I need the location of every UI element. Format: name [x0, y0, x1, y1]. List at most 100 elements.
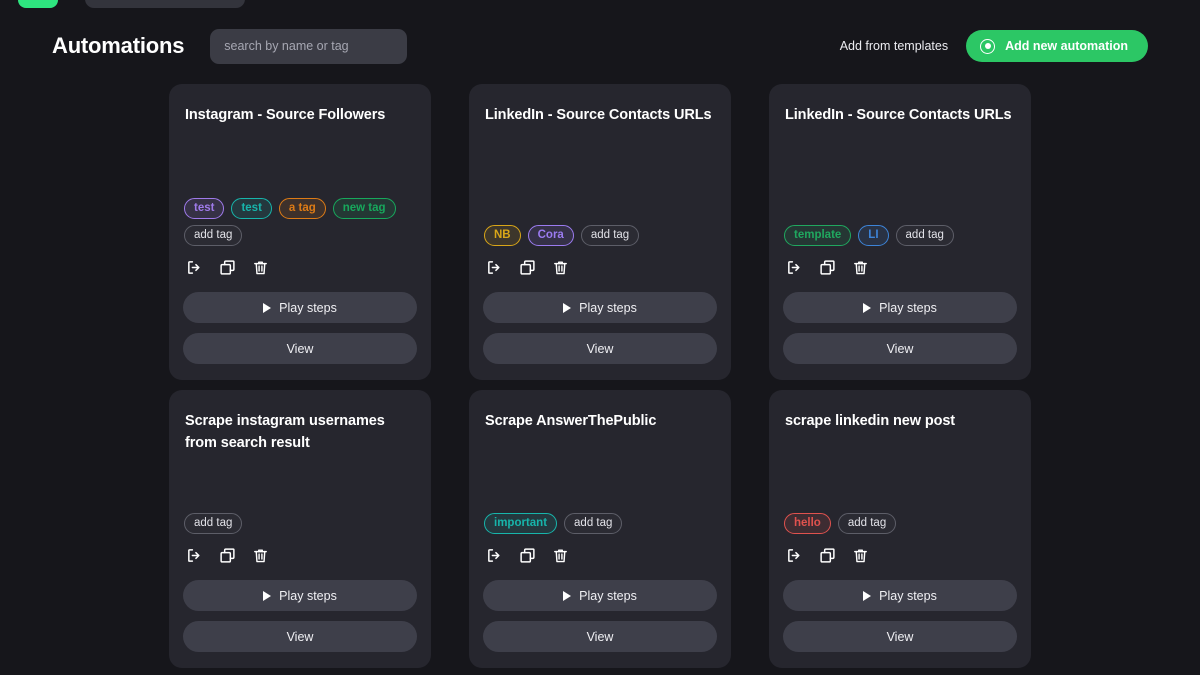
export-icon[interactable]: [186, 259, 203, 276]
play-steps-button[interactable]: Play steps: [783, 580, 1017, 611]
view-label: View: [586, 629, 614, 644]
trash-icon[interactable]: [252, 547, 269, 564]
tag-list: NB Cora add tag: [483, 225, 717, 246]
card-spacer: [483, 432, 717, 513]
add-tag-button[interactable]: add tag: [895, 225, 954, 246]
play-steps-button[interactable]: Play steps: [483, 292, 717, 323]
automations-grid-row-2: Scrape instagram usernames from search r…: [169, 390, 1031, 668]
trash-icon[interactable]: [852, 259, 869, 276]
tag-cora[interactable]: Cora: [527, 225, 574, 246]
tag-hello[interactable]: hello: [784, 513, 831, 534]
play-steps-button[interactable]: Play steps: [183, 580, 417, 611]
play-icon: [863, 590, 872, 601]
view-button[interactable]: View: [183, 333, 417, 364]
export-icon[interactable]: [786, 547, 803, 564]
trash-icon[interactable]: [852, 547, 869, 564]
play-icon: [563, 590, 572, 601]
trash-icon[interactable]: [552, 259, 569, 276]
duplicate-icon[interactable]: [819, 547, 836, 564]
view-label: View: [286, 341, 314, 356]
play-steps-label: Play steps: [879, 588, 937, 603]
tag-important[interactable]: important: [484, 513, 558, 534]
app-nav-chip[interactable]: [85, 0, 245, 8]
page-title: Automations: [52, 33, 185, 58]
automation-card-3[interactable]: LinkedIn - Source Contacts URLs template…: [769, 84, 1031, 380]
tag-li[interactable]: LI: [858, 225, 889, 246]
tag-list: add tag: [183, 513, 417, 534]
tag-template[interactable]: template: [784, 225, 852, 246]
add-new-automation-button[interactable]: Add new automation: [966, 30, 1148, 62]
automation-card-2[interactable]: LinkedIn - Source Contacts URLs NB Cora ad…: [469, 84, 731, 380]
card-action-icons: [783, 547, 1017, 564]
automation-title: LinkedIn - Source Contacts URLs: [785, 107, 1012, 123]
play-steps-label: Play steps: [279, 300, 337, 315]
view-button[interactable]: View: [783, 621, 1017, 652]
view-button[interactable]: View: [483, 333, 717, 364]
tag-list: test test a tag new tag add tag: [183, 198, 417, 246]
view-button[interactable]: View: [183, 621, 417, 652]
automation-title: LinkedIn - Source Contacts URLs: [485, 107, 712, 123]
card-action-icons: [483, 259, 717, 276]
card-spacer: [183, 126, 417, 198]
add-new-automation-label: Add new automation: [1005, 39, 1128, 53]
export-icon[interactable]: [786, 259, 803, 276]
view-button[interactable]: View: [483, 621, 717, 652]
automation-card-4[interactable]: Scrape instagram usernames from search r…: [169, 390, 431, 668]
play-steps-label: Play steps: [279, 588, 337, 603]
automation-title: Scrape instagram usernames from search r…: [185, 413, 385, 451]
add-tag-button[interactable]: add tag: [184, 225, 243, 246]
card-spacer: [483, 126, 717, 225]
tag-list: important add tag: [483, 513, 717, 534]
play-icon: [863, 302, 872, 313]
tag-list: hello add tag: [783, 513, 1017, 534]
play-steps-button[interactable]: Play steps: [183, 292, 417, 323]
duplicate-icon[interactable]: [219, 547, 236, 564]
automation-card-5[interactable]: Scrape AnswerThePublic important add tag: [469, 390, 731, 668]
tag-test[interactable]: test: [231, 198, 272, 219]
export-icon[interactable]: [486, 547, 503, 564]
view-label: View: [286, 629, 314, 644]
trash-icon[interactable]: [252, 259, 269, 276]
play-icon: [263, 302, 272, 313]
header-actions: Add from templates Add new automation: [840, 30, 1148, 62]
add-tag-button[interactable]: add tag: [184, 513, 243, 534]
search-container: [210, 28, 408, 64]
automation-card-1[interactable]: Instagram - Source Followers test test a t…: [169, 84, 431, 380]
app-chrome-strip: [0, 0, 1200, 10]
export-icon[interactable]: [486, 259, 503, 276]
play-steps-button[interactable]: Play steps: [483, 580, 717, 611]
automation-card-6[interactable]: scrape linkedin new post hello add tag Pl: [769, 390, 1031, 668]
add-tag-button[interactable]: add tag: [580, 225, 640, 246]
add-from-templates-link[interactable]: Add from templates: [840, 39, 948, 53]
tag-a-tag[interactable]: a tag: [278, 198, 326, 219]
search-input[interactable]: [210, 28, 408, 64]
view-button[interactable]: View: [783, 333, 1017, 364]
card-spacer: [183, 454, 417, 513]
play-icon: [563, 302, 572, 313]
play-steps-label: Play steps: [579, 300, 637, 315]
card-action-icons: [483, 547, 717, 564]
play-steps-button[interactable]: Play steps: [783, 292, 1017, 323]
view-label: View: [886, 629, 914, 644]
duplicate-icon[interactable]: [519, 259, 536, 276]
view-label: View: [586, 341, 614, 356]
card-action-icons: [183, 259, 417, 276]
automation-title: Scrape AnswerThePublic: [485, 413, 657, 429]
duplicate-icon[interactable]: [219, 259, 236, 276]
export-icon[interactable]: [186, 547, 203, 564]
add-tag-button[interactable]: add tag: [837, 513, 897, 534]
duplicate-icon[interactable]: [819, 259, 836, 276]
app-logo-chip[interactable]: [18, 0, 58, 8]
duplicate-icon[interactable]: [519, 547, 536, 564]
record-icon: [980, 38, 996, 54]
play-steps-label: Play steps: [879, 300, 937, 315]
add-tag-button[interactable]: add tag: [564, 513, 623, 534]
tag-test[interactable]: test: [184, 198, 225, 219]
automations-grid-row-1: Instagram - Source Followers test test a t…: [169, 84, 1031, 380]
trash-icon[interactable]: [552, 547, 569, 564]
page-header: Automations Add from templates Add new a…: [0, 20, 1200, 72]
card-action-icons: [183, 547, 417, 564]
tag-new-tag[interactable]: new tag: [332, 198, 396, 219]
tag-nb[interactable]: NB: [484, 225, 521, 246]
card-spacer: [783, 432, 1017, 513]
